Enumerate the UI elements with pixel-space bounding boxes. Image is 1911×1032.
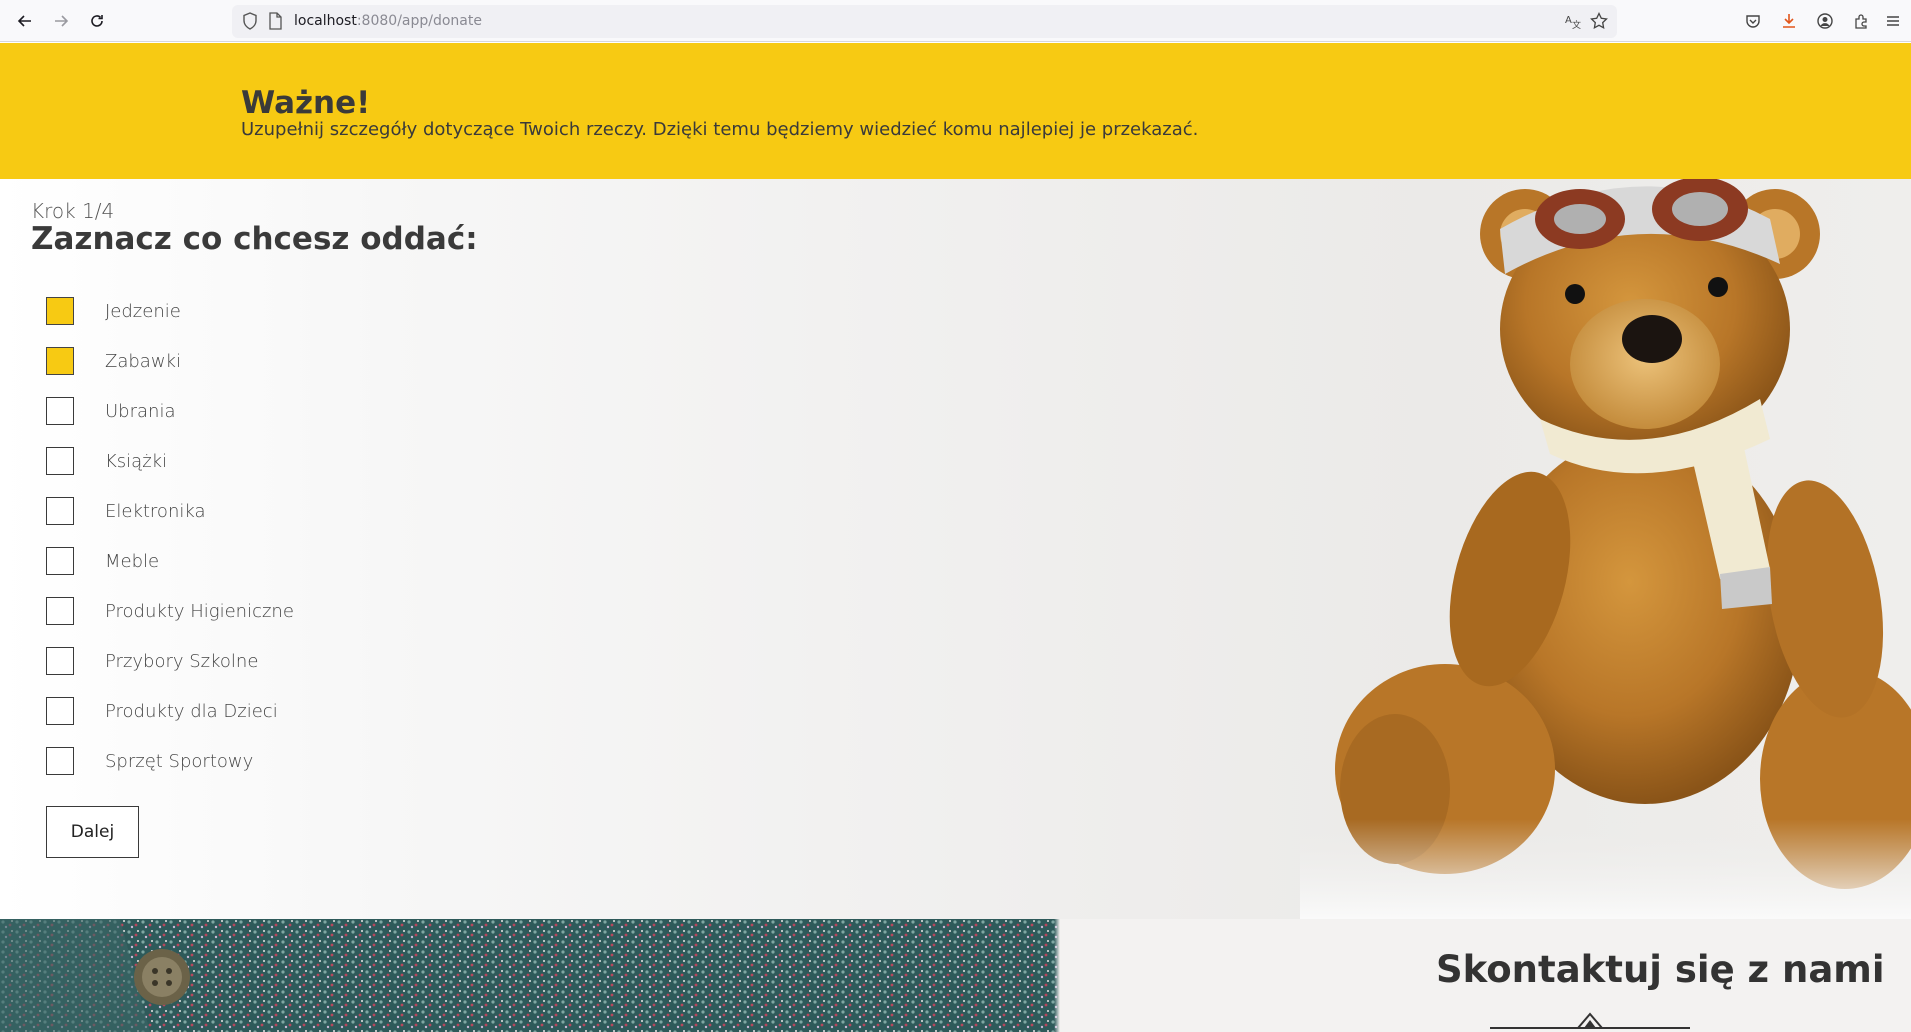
url-path: :8080/app/donate — [356, 13, 482, 29]
contact-section: Skontaktuj się z nami — [0, 919, 1911, 1032]
bookmark-star-icon[interactable] — [1590, 11, 1608, 35]
category-checkbox[interactable] — [46, 697, 74, 725]
contact-title: Skontaktuj się z nami — [1436, 948, 1885, 991]
category-checkbox[interactable] — [46, 647, 74, 675]
category-checkbox[interactable] — [46, 747, 74, 775]
svg-text:A: A — [1565, 15, 1572, 26]
forward-icon[interactable] — [48, 8, 74, 34]
download-icon[interactable] — [1778, 10, 1800, 32]
decoration-ornament-icon — [1490, 1012, 1690, 1029]
category-checkbox[interactable] — [46, 597, 74, 625]
category-label: Meble — [105, 550, 160, 572]
category-option[interactable]: Zabawki — [46, 336, 294, 386]
category-options: Jedzenie Zabawki Ubrania Książki Elektronika… — [46, 286, 294, 786]
category-label: Przybory Szkolne — [105, 650, 259, 672]
teddy-bear-image — [1300, 179, 1911, 919]
sweater-image — [0, 919, 1060, 1032]
category-checkbox[interactable] — [46, 347, 74, 375]
category-option[interactable]: Sprzęt Sportowy — [46, 736, 294, 786]
next-button[interactable]: Dalej — [46, 806, 139, 858]
back-icon[interactable] — [12, 8, 38, 34]
category-label: Zabawki — [105, 350, 181, 372]
category-checkbox[interactable] — [46, 497, 74, 525]
category-checkbox[interactable] — [46, 397, 74, 425]
category-option[interactable]: Meble — [46, 536, 294, 586]
category-checkbox[interactable] — [46, 547, 74, 575]
category-checkbox[interactable] — [46, 297, 74, 325]
translate-icon[interactable]: A文 — [1564, 12, 1582, 35]
category-checkbox[interactable] — [46, 447, 74, 475]
url-text[interactable]: localhost:8080/app/donate — [294, 13, 482, 29]
banner-text: Uzupełnij szczegóły dotyczące Twoich rze… — [241, 119, 1199, 140]
banner-title: Ważne! — [241, 85, 371, 121]
page-icon — [268, 12, 282, 35]
category-label: Produkty Higieniczne — [105, 600, 294, 622]
important-banner: Ważne! Uzupełnij szczegóły dotyczące Two… — [0, 43, 1911, 179]
reload-icon[interactable] — [84, 8, 110, 34]
pocket-icon[interactable] — [1742, 10, 1764, 32]
category-label: Ubrania — [105, 400, 176, 422]
category-label: Jedzenie — [105, 300, 181, 322]
menu-icon[interactable] — [1882, 10, 1904, 32]
category-label: Książki — [105, 450, 168, 472]
extensions-icon[interactable] — [1850, 10, 1872, 32]
category-label: Produkty dla Dzieci — [105, 700, 278, 722]
svg-text:文: 文 — [1572, 19, 1581, 30]
category-label: Elektronika — [105, 500, 206, 522]
category-option[interactable]: Jedzenie — [46, 286, 294, 336]
category-option[interactable]: Elektronika — [46, 486, 294, 536]
address-bar[interactable]: localhost:8080/app/donate A文 — [232, 5, 1617, 38]
category-option[interactable]: Produkty Higieniczne — [46, 586, 294, 636]
category-option[interactable]: Książki — [46, 436, 294, 486]
category-option[interactable]: Przybory Szkolne — [46, 636, 294, 686]
form-question: Zaznacz co chcesz oddać: — [31, 221, 478, 257]
step-indicator: Krok 1/4 — [31, 199, 115, 223]
url-host: localhost — [294, 13, 357, 29]
category-option[interactable]: Ubrania — [46, 386, 294, 436]
browser-toolbar: localhost:8080/app/donate A文 — [0, 0, 1911, 42]
account-icon[interactable] — [1814, 10, 1836, 32]
category-option[interactable]: Produkty dla Dzieci — [46, 686, 294, 736]
shield-icon[interactable] — [242, 12, 258, 35]
donation-form-step: Krok 1/4 Zaznacz co chcesz oddać: Jedzen… — [0, 179, 1911, 919]
category-label: Sprzęt Sportowy — [105, 750, 254, 772]
